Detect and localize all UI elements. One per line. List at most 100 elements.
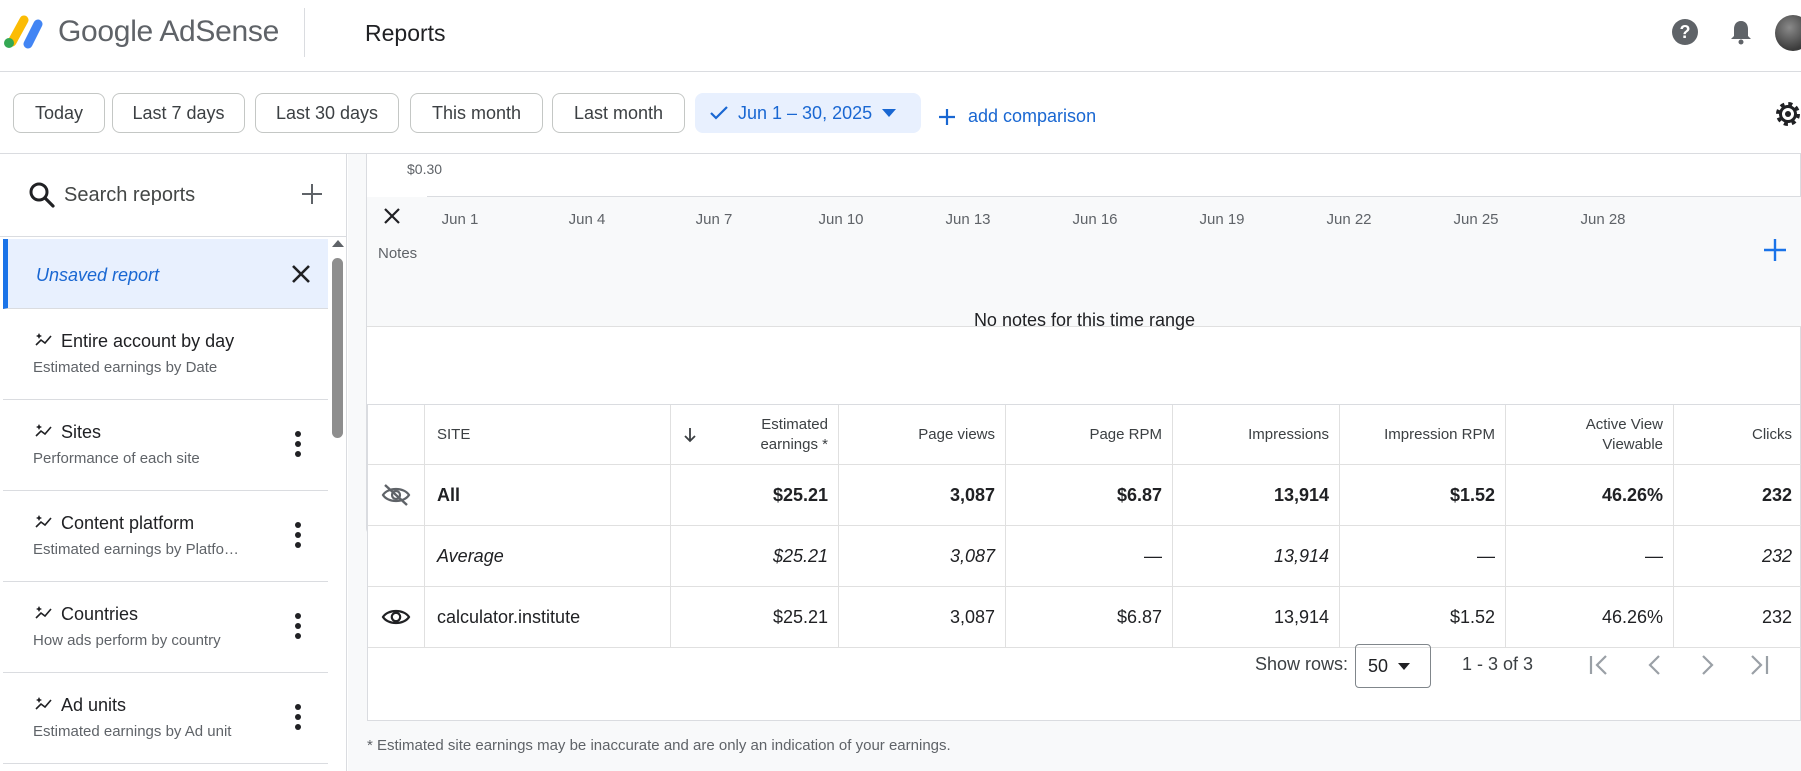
table-pagination: Show rows: 50 1 - 3 of 3 xyxy=(368,618,1801,722)
column-header-impression-rpm[interactable]: Impression RPM xyxy=(1340,405,1506,464)
next-page-icon[interactable] xyxy=(1694,652,1720,678)
sidebar-item-sites[interactable]: Sites Performance of each site xyxy=(3,400,328,491)
add-note-icon[interactable] xyxy=(1762,237,1788,263)
impressions-cell: 13,914 xyxy=(1173,465,1340,525)
y-axis-tick: $0.30 xyxy=(407,161,443,177)
column-header-impressions[interactable]: Impressions xyxy=(1173,405,1340,464)
page-title: Reports xyxy=(365,20,446,46)
site-name-cell: Average xyxy=(425,526,671,586)
impression-rpm-cell: $1.52 xyxy=(1340,465,1506,525)
last-page-icon[interactable] xyxy=(1746,652,1772,678)
report-subtitle: Performance of each site xyxy=(33,450,200,467)
sparkle-trend-icon xyxy=(35,515,52,528)
settings-gear-icon[interactable] xyxy=(1772,98,1801,130)
sidebar-item-entire-account-by-day[interactable]: Entire account by day Estimated earnings… xyxy=(3,309,328,400)
x-axis-tick: Jun 10 xyxy=(818,211,864,228)
unsaved-report-label: Unsaved report xyxy=(36,265,160,285)
account-avatar[interactable] xyxy=(1775,15,1801,51)
x-axis-tick: Jun 28 xyxy=(1580,211,1626,228)
estimated-earnings-cell: $25.21 xyxy=(671,526,839,586)
notes-label: Notes xyxy=(378,245,418,262)
previous-page-icon[interactable] xyxy=(1642,652,1668,678)
impression-rpm-cell: — xyxy=(1340,526,1506,586)
add-comparison-button[interactable]: add comparison xyxy=(938,106,1096,127)
active-view-cell: — xyxy=(1506,526,1674,586)
add-comparison-label: add comparison xyxy=(968,106,1097,126)
x-axis-tick: Jun 16 xyxy=(1072,211,1118,228)
header-visibility-col xyxy=(368,405,425,464)
report-subtitle: How ads perform by country xyxy=(33,632,221,649)
search-reports-input[interactable] xyxy=(64,180,284,210)
scroll-up-arrow-icon[interactable] xyxy=(332,240,344,247)
sidebar-item-countries[interactable]: Countries How ads perform by country xyxy=(3,582,328,673)
search-icon xyxy=(29,182,55,208)
more-vert-icon[interactable] xyxy=(286,703,310,731)
visibility-cell xyxy=(368,526,425,586)
column-header-page-views[interactable]: Page views xyxy=(839,405,1006,464)
column-header-estimated-earnings[interactable]: Estimated earnings * xyxy=(671,405,839,464)
x-axis-line xyxy=(427,196,1801,197)
rows-per-page-value: 50 xyxy=(1368,655,1389,676)
add-report-icon[interactable] xyxy=(298,180,326,208)
x-axis-tick: Jun 4 xyxy=(568,211,606,228)
column-header-clicks[interactable]: Clicks xyxy=(1674,405,1801,464)
chip-last-7-days[interactable]: Last 7 days xyxy=(112,93,245,133)
report-subtitle: Estimated earnings by Ad unit xyxy=(33,723,232,740)
check-icon xyxy=(710,106,728,120)
chip-last-month[interactable]: Last month xyxy=(552,93,685,133)
clicks-cell: 232 xyxy=(1761,484,1792,505)
visibility-off-icon[interactable] xyxy=(381,483,411,507)
page-views-cell: 3,087 xyxy=(839,526,1006,586)
table-row-all: All $25.21 3,087 $6.87 13,914 $1.52 46.2… xyxy=(368,465,1801,526)
top-app-bar: Google AdSense Reports ? xyxy=(0,0,1801,72)
date-range-selector[interactable]: Jun 1 – 30, 2025 xyxy=(695,93,921,133)
more-vert-icon[interactable] xyxy=(286,430,310,458)
sparkle-trend-icon xyxy=(35,424,52,437)
sidebar-item-content-platform[interactable]: Content platform Estimated earnings by P… xyxy=(3,491,328,582)
sidebar-item-unsaved-report[interactable]: Unsaved report xyxy=(3,239,328,309)
page-range-label: 1 - 3 of 3 xyxy=(1462,654,1534,674)
column-header-page-rpm[interactable]: Page RPM xyxy=(1006,405,1173,464)
first-page-icon[interactable] xyxy=(1586,652,1612,678)
visibility-cell[interactable] xyxy=(368,465,425,525)
chip-last-30-days[interactable]: Last 30 days xyxy=(255,93,399,133)
x-axis-tick: Jun 22 xyxy=(1326,211,1372,228)
date-range-label: Jun 1 – 30, 2025 xyxy=(738,102,873,123)
chip-today[interactable]: Today xyxy=(13,93,105,133)
site-name-cell: All xyxy=(425,465,671,525)
close-icon[interactable] xyxy=(383,207,401,225)
table-row-average: Average $25.21 3,087 — 13,914 — — 232 xyxy=(368,526,1801,587)
estimated-earnings-cell: $25.21 xyxy=(671,465,839,525)
report-subtitle: Estimated earnings by Platfo… xyxy=(33,541,239,558)
x-axis-tick: Jun 1 xyxy=(441,211,479,228)
column-header-site[interactable]: SITE xyxy=(425,405,671,464)
svg-text:?: ? xyxy=(1680,22,1691,42)
page-rpm-cell: $6.87 xyxy=(1006,465,1173,525)
report-search-row xyxy=(0,154,346,237)
report-title: Countries xyxy=(61,604,139,624)
dropdown-arrow-icon xyxy=(882,109,897,117)
help-icon[interactable]: ? xyxy=(1671,18,1699,46)
adsense-logo-icon[interactable] xyxy=(2,14,44,50)
page-rpm-cell: — xyxy=(1006,526,1173,586)
no-notes-message: No notes for this time range xyxy=(973,310,1196,330)
reports-sidebar: Unsaved report Entire account by day Est… xyxy=(0,154,347,771)
clicks-cell: 232 xyxy=(1761,545,1792,566)
more-vert-icon[interactable] xyxy=(286,612,310,640)
x-axis-tick: Jun 19 xyxy=(1199,211,1245,228)
rows-per-page-select[interactable]: 50 xyxy=(1355,644,1431,688)
earnings-footnote: * Estimated site earnings may be inaccur… xyxy=(367,737,951,754)
column-header-active-view-viewable[interactable]: Active View Viewable xyxy=(1506,405,1674,464)
more-vert-icon[interactable] xyxy=(286,521,310,549)
report-title: Entire account by day xyxy=(61,331,235,351)
notifications-bell-icon[interactable] xyxy=(1727,18,1755,46)
sort-descending-icon xyxy=(684,427,696,442)
sidebar-item-ad-units[interactable]: Ad units Estimated earnings by Ad unit xyxy=(3,673,328,764)
chip-this-month[interactable]: This month xyxy=(410,93,543,133)
show-rows-label: Show rows: xyxy=(1255,654,1349,674)
x-axis-tick: Jun 13 xyxy=(945,211,991,228)
sparkle-trend-icon xyxy=(35,606,52,619)
impressions-cell: 13,914 xyxy=(1173,526,1340,586)
close-icon[interactable] xyxy=(288,261,314,287)
sidebar-scroll-thumb[interactable] xyxy=(332,258,343,438)
